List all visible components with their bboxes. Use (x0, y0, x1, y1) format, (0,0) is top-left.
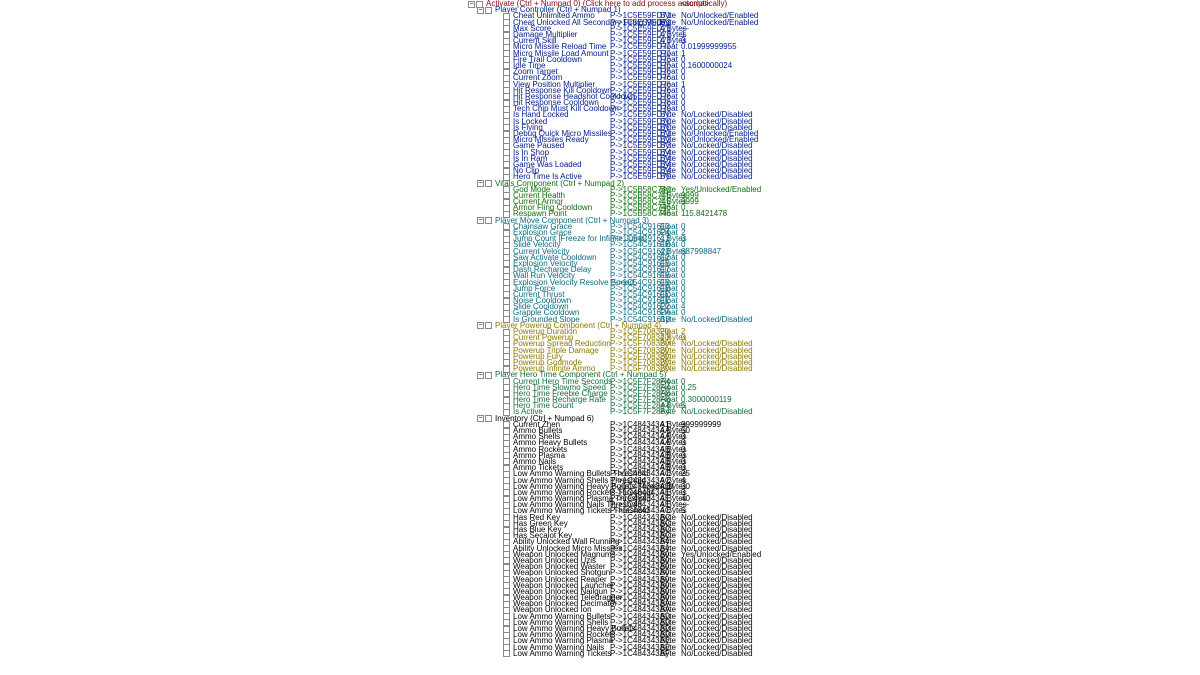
expander-placeholder (495, 650, 502, 657)
entry-description[interactable]: Low Ammo Warning Tickets (513, 649, 611, 659)
entry-value[interactable]: No/Locked/Disabled (681, 649, 801, 659)
freeze-checkbox[interactable] (503, 650, 510, 657)
cheat-table-tree: −Activate (Ctrl + Numpad 0) (Click here … (0, 0, 1200, 657)
table-row[interactable]: Low Ammo Warning TicketsP->1C484343AF4By… (0, 651, 1200, 657)
